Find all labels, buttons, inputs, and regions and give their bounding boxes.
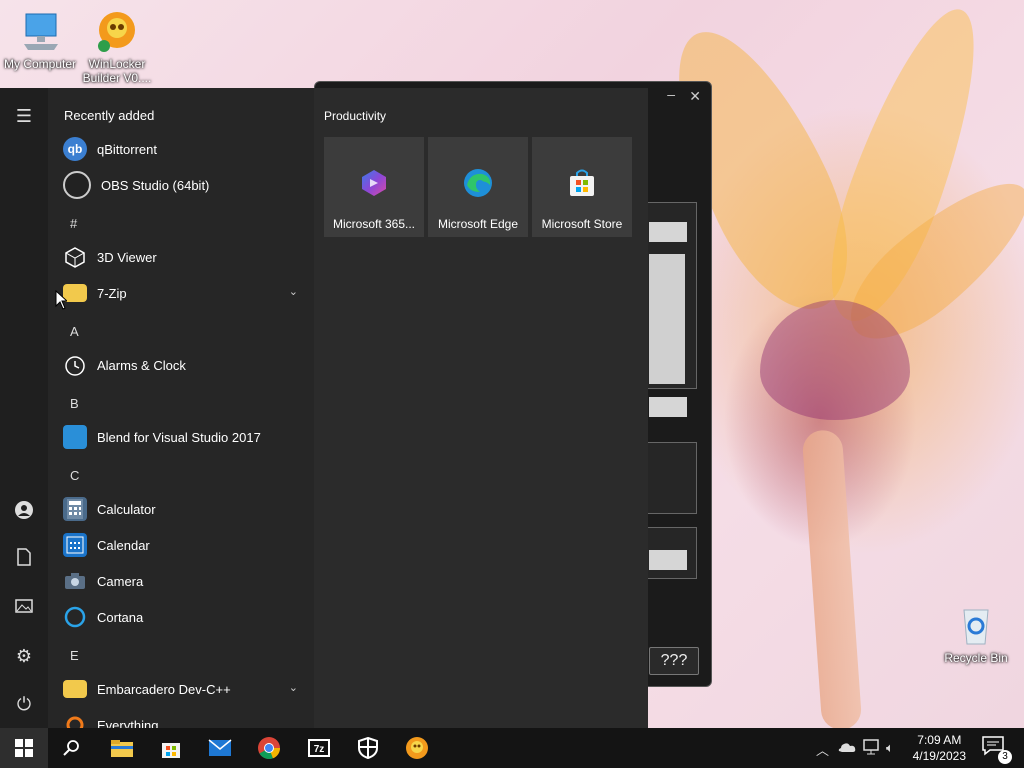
app-item-obs-studio[interactable]: OBS Studio (64bit) (48, 167, 314, 203)
user-account-icon[interactable] (12, 500, 36, 524)
shield-icon (358, 737, 378, 759)
taskbar-file-explorer[interactable] (98, 728, 146, 768)
qbittorrent-icon: qb (63, 137, 87, 161)
camera-icon (63, 569, 87, 593)
search-icon (63, 740, 79, 756)
desktop-icon-label: WinLocker Builder V0.... (82, 57, 152, 85)
hamburger-menu-icon[interactable]: ☰ (12, 104, 36, 128)
desktop-icon-winlocker[interactable]: WinLocker Builder V0.... (77, 10, 157, 85)
app-item-calendar[interactable]: Calendar (48, 527, 314, 563)
window-input[interactable] (649, 550, 687, 570)
window-input[interactable] (649, 222, 687, 242)
chevron-down-icon: ⌄ (288, 286, 298, 298)
app-item-everything[interactable]: Everything (48, 707, 314, 728)
close-icon[interactable]: ✕ (689, 88, 701, 105)
everything-icon (63, 713, 87, 728)
taskbar-chrome[interactable] (245, 728, 293, 768)
network-icon[interactable] (862, 739, 880, 755)
taskbar-7zip[interactable]: 7z (295, 728, 343, 768)
show-hidden-icons-chevron-icon[interactable]: ︿ (816, 740, 829, 759)
calendar-icon (63, 533, 87, 557)
computer-icon (24, 13, 58, 50)
recently-added-heading: Recently added (64, 108, 155, 123)
action-center-button[interactable]: 3 (982, 736, 1012, 764)
app-item-embarcadero-dev-cpp[interactable]: Embarcadero Dev-C++ ⌄ (48, 671, 314, 707)
mouse-cursor-icon (55, 290, 67, 310)
edge-icon (464, 169, 492, 197)
store-icon (162, 743, 180, 758)
notification-count-badge: 3 (998, 750, 1012, 764)
window-button[interactable]: ??? (649, 647, 699, 675)
7zip-icon: 7z (308, 739, 330, 757)
minimize-icon[interactable]: – (667, 86, 675, 102)
skull-icon (406, 737, 428, 759)
app-item-7-zip[interactable]: 7-Zip ⌄ (48, 275, 314, 311)
wallpaper-stem (801, 428, 863, 732)
section-letter[interactable]: E (70, 648, 79, 663)
tile-microsoft-store[interactable]: Microsoft Store (532, 137, 632, 237)
mail-icon (208, 739, 232, 756)
window-panel (647, 442, 697, 514)
recycle-bin-icon (963, 609, 989, 645)
desktop-icon-label: My Computer (3, 57, 77, 71)
tile-microsoft-365[interactable]: Microsoft 365... (324, 137, 424, 237)
file-explorer-icon (111, 740, 133, 757)
store-icon (570, 169, 594, 196)
app-item-cortana[interactable]: Cortana (48, 599, 314, 635)
taskbar-winlocker[interactable] (393, 728, 441, 768)
clock-icon (63, 353, 87, 377)
desktop-icon-my-computer[interactable]: My Computer (0, 10, 80, 71)
section-letter[interactable]: # (70, 216, 77, 231)
window-listbox[interactable] (649, 254, 685, 384)
documents-icon[interactable] (12, 548, 36, 572)
tile-microsoft-edge[interactable]: Microsoft Edge (428, 137, 528, 237)
chrome-icon (258, 737, 281, 760)
obs-icon (63, 171, 91, 199)
cortana-icon (63, 605, 87, 629)
taskbar-mail[interactable] (196, 728, 244, 768)
search-button[interactable] (48, 728, 96, 768)
app-item-blend[interactable]: Blend for Visual Studio 2017 (48, 419, 314, 455)
svg-text:7z: 7z (314, 744, 325, 755)
skull-icon (98, 12, 135, 52)
app-item-qbittorrent[interactable]: qb qBittorrent (48, 131, 314, 167)
start-rail: ☰ ⚙ ⏻ (0, 88, 48, 728)
section-letter[interactable]: A (70, 324, 79, 339)
start-menu: ☰ ⚙ ⏻ Recently added qb qBittorrent OBS … (0, 88, 648, 728)
blend-icon (63, 425, 87, 449)
taskbar-security[interactable] (344, 728, 392, 768)
section-letter[interactable]: B (70, 396, 79, 411)
settings-gear-icon[interactable]: ⚙ (12, 644, 36, 668)
app-item-alarms-clock[interactable]: Alarms & Clock (48, 347, 314, 383)
app-list: Recently added qb qBittorrent OBS Studio… (48, 88, 314, 728)
tile-group-title[interactable]: Productivity (324, 109, 386, 123)
window-input[interactable] (649, 397, 687, 417)
system-clock[interactable]: 7:09 AM 4/19/2023 (913, 732, 966, 764)
app-item-3d-viewer[interactable]: 3D Viewer (48, 239, 314, 275)
power-icon[interactable]: ⏻ (12, 692, 36, 716)
pictures-icon[interactable] (12, 596, 36, 620)
desktop-icon-recycle-bin[interactable]: Recycle Bin (936, 604, 1016, 665)
app-item-camera[interactable]: Camera (48, 563, 314, 599)
calculator-icon (63, 497, 87, 521)
microsoft-365-icon (362, 170, 386, 196)
onedrive-cloud-icon[interactable] (838, 741, 856, 753)
volume-icon[interactable]: 🔈︎ (886, 740, 894, 756)
tiles-area: Productivity Microsoft 365... Microsoft … (314, 88, 648, 728)
cube-icon (63, 245, 87, 269)
chevron-down-icon: ⌄ (288, 682, 298, 694)
windows-logo-icon (15, 739, 33, 757)
clock-date: 4/19/2023 (912, 749, 966, 763)
start-button[interactable] (0, 728, 48, 768)
clock-time: 7:09 AM (917, 733, 962, 747)
section-letter[interactable]: C (70, 468, 79, 483)
taskbar-microsoft-store[interactable] (147, 728, 195, 768)
desktop-icon-label: Recycle Bin (944, 651, 1008, 665)
taskbar: 7z ︿ 🔈︎ 7:09 AM 4/19/2023 3 (0, 728, 1024, 768)
app-item-calculator[interactable]: Calculator (48, 491, 314, 527)
folder-icon (63, 680, 87, 698)
